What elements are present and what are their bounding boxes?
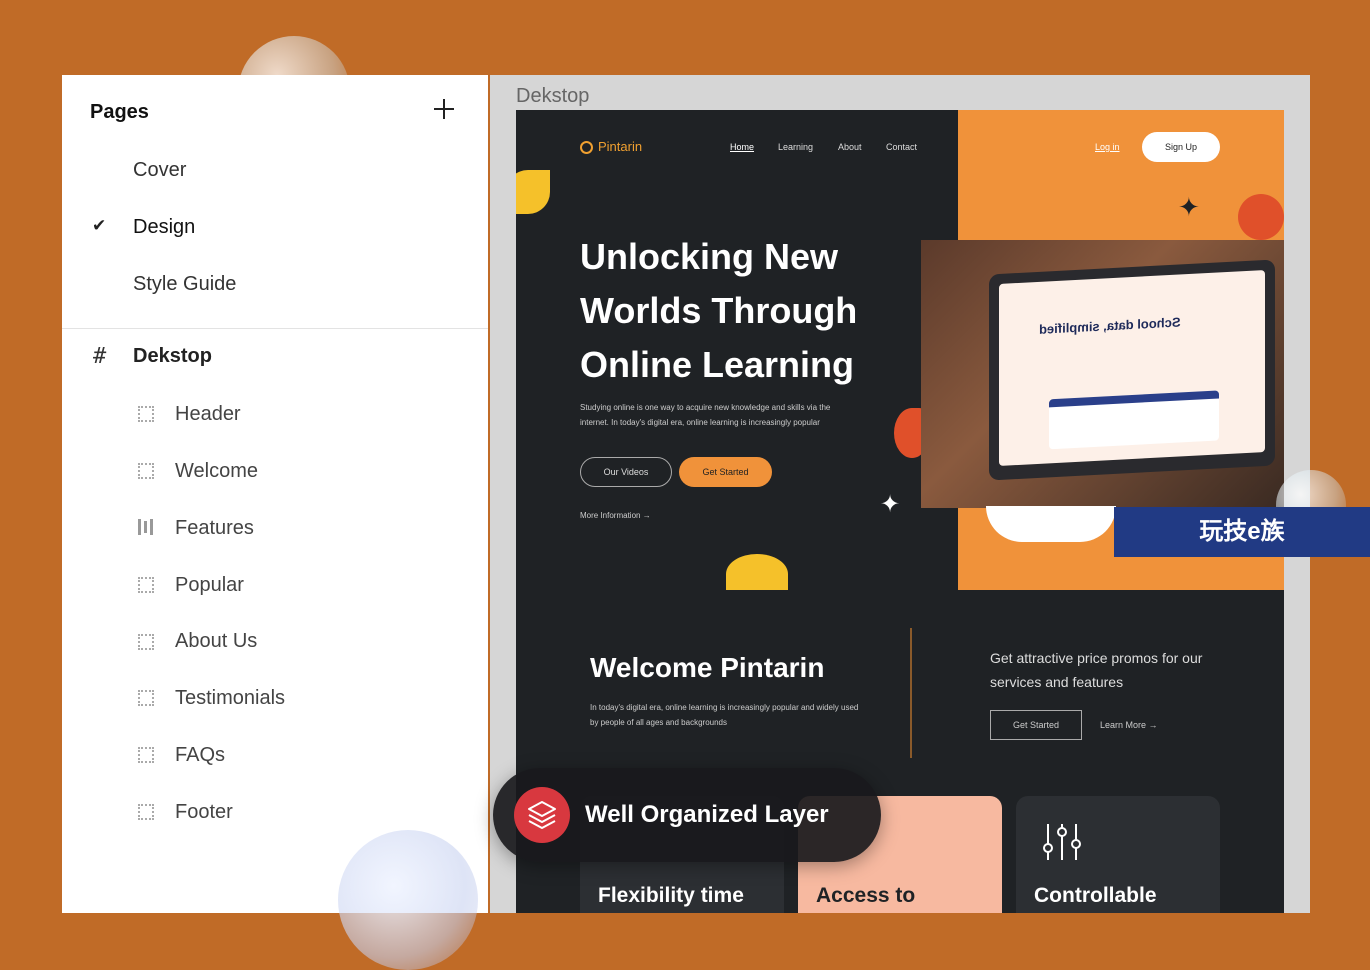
our-videos-button[interactable]: Our Videos [580, 457, 672, 487]
watermark-banner: 玩技e族 [1114, 507, 1370, 557]
yellow-leaf-shape [516, 170, 550, 214]
nav-contact[interactable]: Contact [886, 142, 917, 152]
promo-get-started-button[interactable]: Get Started [990, 710, 1082, 740]
promo-text: Get attractive price promos for our serv… [990, 650, 1203, 690]
learn-more-link[interactable]: Learn More → [1100, 720, 1158, 730]
laptop-screen-title: School data, simplified [1039, 314, 1181, 337]
feature-card-title: Flexibility time [598, 884, 744, 907]
white-blob-shape [986, 506, 1116, 542]
pages-title: Pages [90, 101, 149, 123]
feature-card-title: Access to [816, 884, 916, 907]
page-item-design[interactable]: Design [133, 216, 195, 239]
site-logo[interactable]: Pintarin [580, 139, 642, 154]
hero-description: Studying online is one way to acquire ne… [580, 403, 831, 427]
welcome-description: In today's digital era, online learning … [590, 703, 859, 727]
logo-text: Pintarin [598, 139, 643, 154]
feature-card-title: Controllable [1034, 884, 1157, 907]
nav-home[interactable]: Home [730, 142, 754, 152]
sliders-icon [1043, 824, 1081, 860]
frame-icon [138, 463, 154, 479]
layer-testimonials[interactable]: Testimonials [175, 687, 285, 710]
layers-icon [514, 787, 570, 843]
welcome-title: Welcome Pintarin [590, 652, 825, 683]
more-information-link[interactable]: More Information → [580, 511, 651, 520]
pages-panel: Pages Cover ✔ Design Style Guide # Dekst… [62, 75, 488, 913]
layer-frame-dekstop[interactable]: Dekstop [133, 345, 212, 368]
frame-icon [138, 577, 154, 593]
signup-button[interactable]: Sign Up [1142, 132, 1220, 162]
get-started-button[interactable]: Get Started [679, 457, 772, 487]
columns-icon [138, 519, 154, 535]
layer-popular[interactable]: Popular [175, 574, 244, 597]
frame-icon [138, 804, 154, 820]
nav-learning[interactable]: Learning [778, 142, 813, 152]
welcome-section: Welcome Pintarin In today's digital era,… [516, 590, 1284, 913]
nav-about[interactable]: About [838, 142, 862, 152]
canvas-frame-label[interactable]: Dekstop [516, 85, 589, 108]
section-divider-line [910, 628, 912, 758]
layer-welcome[interactable]: Welcome [175, 460, 258, 483]
layer-faqs[interactable]: FAQs [175, 744, 225, 767]
frame-icon [138, 406, 154, 422]
layer-features[interactable]: Features [175, 517, 254, 540]
layer-about-us[interactable]: About Us [175, 630, 257, 653]
hero-laptop-photo: School data, simplified [921, 240, 1284, 508]
feature-card[interactable]: Controllable [1016, 796, 1220, 913]
decorative-bubble [338, 830, 478, 970]
frame-icon [138, 747, 154, 763]
sparkle-icon: ✦ [1178, 192, 1200, 222]
arrow-right-icon: → [642, 511, 651, 520]
feature-badge: Well Organized Layer [493, 768, 881, 862]
more-information-label: More Information [580, 511, 641, 520]
login-link[interactable]: Log in [1095, 142, 1120, 152]
yellow-leaf-shape [726, 554, 788, 594]
learn-more-label: Learn More [1100, 720, 1147, 730]
frame-icon [138, 690, 154, 706]
panel-divider [62, 328, 488, 329]
add-page-icon[interactable] [432, 97, 456, 121]
checkmark-icon: ✔ [92, 216, 107, 235]
page-item-cover[interactable]: Cover [133, 159, 186, 182]
layer-footer[interactable]: Footer [175, 801, 233, 824]
laptop: School data, simplified [989, 259, 1275, 481]
laptop-screen: School data, simplified [999, 270, 1265, 466]
layer-header[interactable]: Header [175, 403, 241, 426]
hero-title: Unlocking New Worlds Through Online Lear… [580, 236, 858, 385]
sparkle-icon: ✦ [880, 491, 901, 518]
page-item-style-guide[interactable]: Style Guide [133, 273, 236, 296]
basketball-shape [1238, 194, 1284, 240]
frame-hash-icon: # [93, 344, 107, 369]
laptop-screen-panel [1049, 390, 1219, 450]
logo-icon [580, 141, 593, 154]
badge-label: Well Organized Layer [585, 801, 829, 828]
frame-icon [138, 634, 154, 650]
